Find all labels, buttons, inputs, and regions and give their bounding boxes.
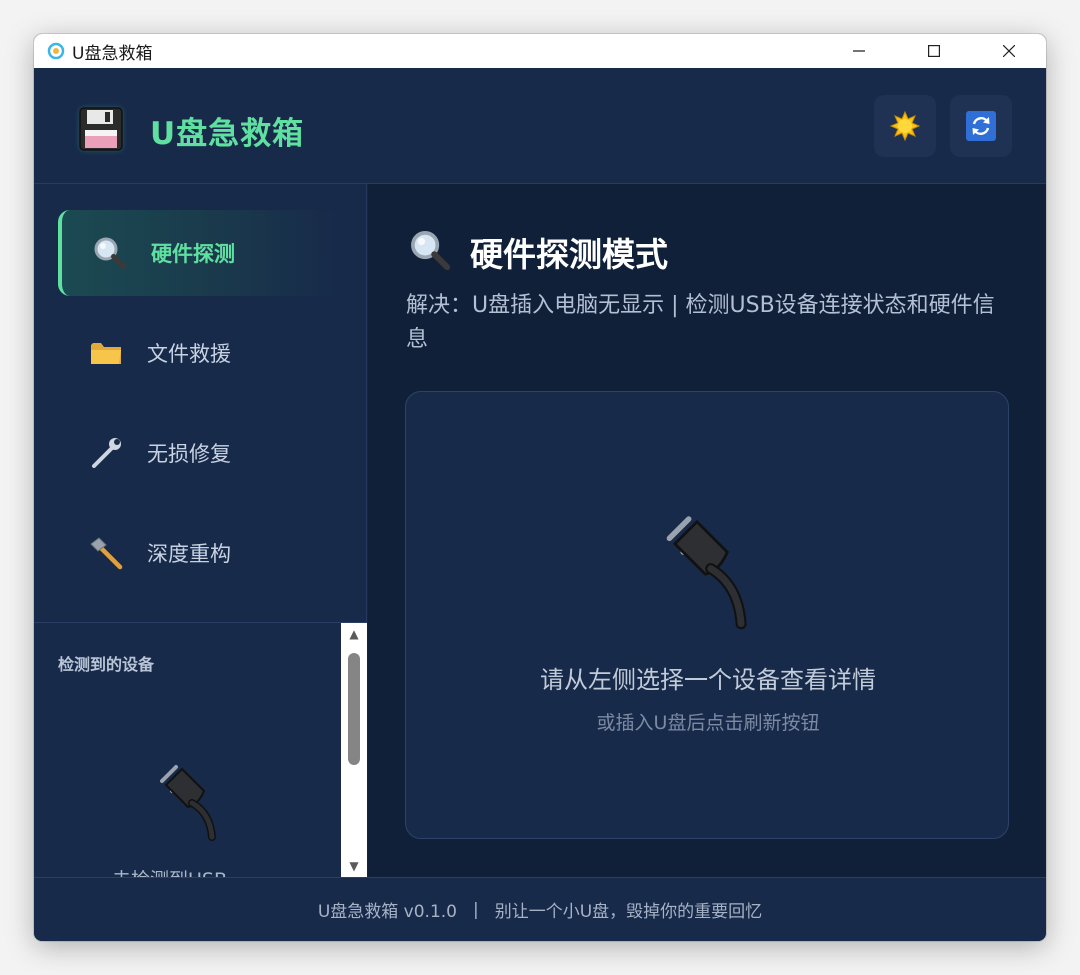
app-title: U盘急救箱 (150, 116, 305, 152)
sidebar-item-label: 文件救援 (147, 342, 231, 366)
footer-separator: | (472, 899, 479, 920)
theme-toggle-button[interactable] (874, 95, 936, 157)
refresh-icon (966, 111, 996, 141)
close-icon (1002, 45, 1015, 57)
folder-icon (86, 333, 126, 373)
minimize-button[interactable] (821, 34, 896, 68)
scrollbar-thumb[interactable] (348, 653, 360, 765)
sidebar-item-lossless-repair[interactable]: 无损修复 (58, 410, 338, 496)
plug-icon (148, 759, 232, 843)
maximize-icon (927, 45, 940, 57)
device-list-title: 检测到的设备 (58, 655, 155, 674)
magnifier-icon (90, 233, 130, 273)
sidebar-item-label: 无损修复 (147, 442, 231, 466)
sidebar-item-deep-rebuild[interactable]: 深度重构 (58, 510, 338, 596)
sun-icon (889, 110, 921, 142)
sidebar-item-hardware-detect[interactable]: 硬件探测 (58, 210, 338, 296)
maximize-button[interactable] (896, 34, 971, 68)
hammer-icon (86, 533, 126, 573)
sidebar-item-label: 硬件探测 (151, 242, 235, 266)
sidebar: 硬件探测 文件救援 无损修复 深度重构 检测到的设备 ▲ ▼ (34, 184, 367, 877)
wrench-icon (86, 433, 126, 473)
refresh-button[interactable] (950, 95, 1012, 157)
magnifier-icon (408, 228, 454, 274)
close-button[interactable] (971, 34, 1046, 68)
no-device-message: 未检测到USB (112, 865, 227, 877)
app-window: U盘急救箱 U盘急救箱 硬件探测 文件救援 无损修复 深度重构 检测到的设备 ▲… (34, 34, 1046, 941)
title-bar[interactable]: U盘急救箱 (34, 34, 1046, 68)
plug-icon (650, 508, 766, 632)
empty-state-title: 请从左侧选择一个设备查看详情 (540, 666, 876, 694)
footer: U盘急救箱 v0.1.0 | 别让一个小U盘，毁掉你的重要回忆 (34, 877, 1046, 941)
empty-state-hint: 或插入U盘后点击刷新按钮 (596, 712, 820, 734)
scroll-down-icon[interactable]: ▼ (341, 855, 367, 877)
device-list-scrollbar[interactable]: ▲ ▼ (341, 623, 367, 877)
scroll-up-icon[interactable]: ▲ (341, 623, 367, 645)
window-title: U盘急救箱 (72, 43, 153, 64)
sidebar-item-file-rescue[interactable]: 文件救援 (58, 310, 338, 396)
sidebar-item-label: 深度重构 (147, 542, 231, 566)
app-logo-icon (46, 41, 66, 61)
page-subtitle: 解决：U盘插入电脑无显示 | 检测USB设备连接状态和硬件信息 (406, 293, 995, 352)
minimize-icon (852, 50, 865, 52)
device-detail-card: 请从左侧选择一个设备查看详情 或插入U盘后点击刷新按钮 (405, 391, 1009, 839)
footer-slogan: 别让一个小U盘，毁掉你的重要回忆 (494, 902, 763, 922)
device-list-panel[interactable]: 检测到的设备 未检测到USB ▲ ▼ (34, 622, 367, 877)
floppy-disk-icon (74, 102, 128, 156)
footer-version: U盘急救箱 v0.1.0 (317, 902, 457, 922)
main-panel: 硬件探测模式 解决：U盘插入电脑无显示 | 检测USB设备连接状态和硬件信息 请… (368, 184, 1046, 877)
page-title: 硬件探测模式 (470, 235, 668, 274)
